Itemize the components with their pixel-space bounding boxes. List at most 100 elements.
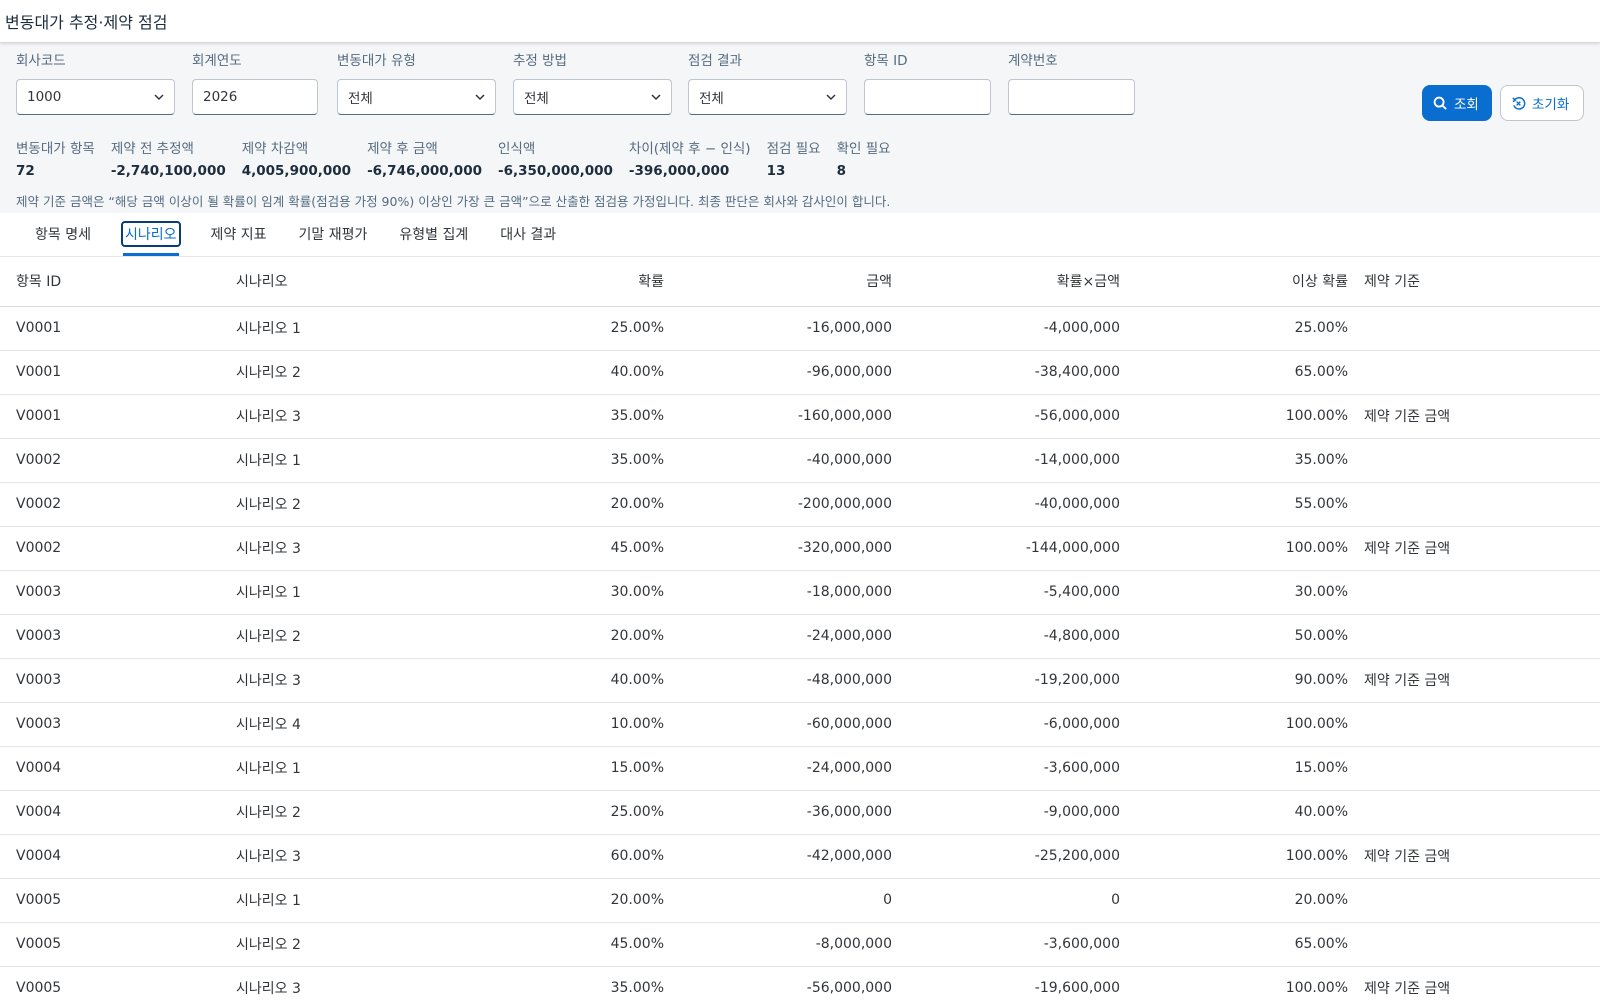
- tab-scenario[interactable]: 시나리오: [111, 212, 191, 256]
- cell-prob-x-amount: -9,000,000: [908, 790, 1136, 835]
- cell-constraint-basis: [1364, 702, 1600, 747]
- kpi-value: 8: [836, 163, 846, 179]
- table-row[interactable]: V0005 시나리오 3 35.00% -56,000,000 -19,600,000 1…: [0, 966, 1600, 1000]
- cell-probability: 25.00%: [440, 306, 680, 351]
- cell-item-id: V0005: [0, 922, 220, 967]
- cell-amount: -56,000,000: [680, 966, 908, 1000]
- column-header[interactable]: 확률: [440, 257, 680, 307]
- kpi-recognized: 인식액 -6,350,000,000: [498, 140, 613, 180]
- cell-prob-x-amount: -25,200,000: [908, 834, 1136, 879]
- vc-type-filter: 변동대가 유형 전체: [337, 52, 496, 115]
- tab-constraint-metrics[interactable]: 제약 지표: [199, 212, 279, 256]
- cell-cumulative-prob: 65.00%: [1136, 350, 1364, 395]
- cell-cumulative-prob: 55.00%: [1136, 482, 1364, 527]
- cell-probability: 40.00%: [440, 658, 680, 703]
- cell-probability: 40.00%: [440, 350, 680, 395]
- cell-constraint-basis: [1364, 878, 1600, 923]
- cell-item-id: V0003: [0, 658, 220, 703]
- cell-amount: -160,000,000: [680, 394, 908, 439]
- cell-probability: 35.00%: [440, 966, 680, 1000]
- column-header[interactable]: 제약 기준: [1364, 257, 1600, 307]
- cell-cumulative-prob: 100.00%: [1136, 966, 1364, 1000]
- table-row[interactable]: V0003 시나리오 1 30.00% -18,000,000 -5,400,000 30…: [0, 570, 1600, 615]
- kpi-review-needed: 점검 필요 13: [767, 140, 821, 180]
- fiscal-year-filter: 회계연도 2026: [192, 52, 318, 115]
- cell-probability: 10.00%: [440, 702, 680, 747]
- company-code-value: 1000: [27, 89, 62, 105]
- cell-amount: -8,000,000: [680, 922, 908, 967]
- cell-item-id: V0001: [0, 394, 220, 439]
- cell-item-id: V0002: [0, 482, 220, 527]
- cell-probability: 25.00%: [440, 790, 680, 835]
- cell-probability: 45.00%: [440, 526, 680, 571]
- cell-cumulative-prob: 15.00%: [1136, 746, 1364, 791]
- table-row[interactable]: V0002 시나리오 2 20.00% -200,000,000 -40,000,000…: [0, 482, 1600, 527]
- cell-prob-x-amount: -6,000,000: [908, 702, 1136, 747]
- cell-prob-x-amount: -5,400,000: [908, 570, 1136, 615]
- cell-scenario: 시나리오 1: [220, 746, 440, 791]
- cell-item-id: V0005: [0, 966, 220, 1000]
- table-row[interactable]: V0002 시나리오 3 45.00% -320,000,000 -144,000,00…: [0, 526, 1600, 571]
- cell-cumulative-prob: 100.00%: [1136, 526, 1364, 571]
- reset-button[interactable]: 초기화: [1500, 85, 1584, 121]
- cell-scenario: 시나리오 2: [220, 482, 440, 527]
- column-header[interactable]: 시나리오: [220, 257, 440, 307]
- column-header[interactable]: 항목 ID: [0, 257, 220, 307]
- table-row[interactable]: V0001 시나리오 2 40.00% -96,000,000 -38,400,000 6…: [0, 350, 1600, 395]
- table-row[interactable]: V0001 시나리오 3 35.00% -160,000,000 -56,000,000…: [0, 394, 1600, 439]
- cell-amount: -18,000,000: [680, 570, 908, 615]
- table-row[interactable]: V0003 시나리오 3 40.00% -48,000,000 -19,200,000 9…: [0, 658, 1600, 703]
- kpi-constraint-deduction: 제약 차감액 4,005,900,000: [242, 140, 351, 180]
- table-row[interactable]: V0001 시나리오 1 25.00% -16,000,000 -4,000,000 25…: [0, 306, 1600, 351]
- tab-label: 제약 지표: [210, 227, 267, 243]
- search-button-label: 조회: [1454, 97, 1479, 113]
- cell-cumulative-prob: 100.00%: [1136, 394, 1364, 439]
- cell-probability: 45.00%: [440, 922, 680, 967]
- cell-scenario: 시나리오 3: [220, 966, 440, 1000]
- cell-amount: -42,000,000: [680, 834, 908, 879]
- table-row[interactable]: V0003 시나리오 4 10.00% -60,000,000 -6,000,000 10…: [0, 702, 1600, 747]
- contract-input[interactable]: [1008, 79, 1135, 115]
- result-select[interactable]: 전체: [688, 79, 847, 115]
- column-header[interactable]: 이상 확률: [1136, 257, 1364, 307]
- cell-item-id: V0003: [0, 614, 220, 659]
- table-row[interactable]: V0005 시나리오 1 20.00% 0 0 20.00%: [0, 878, 1600, 923]
- table-row[interactable]: V0002 시나리오 1 35.00% -40,000,000 -14,000,000 3…: [0, 438, 1600, 483]
- page-title: 변동대가 추정·제약 점검: [5, 13, 168, 32]
- tab-item-spec[interactable]: 항목 명세: [23, 212, 103, 256]
- table-row[interactable]: V0003 시나리오 2 20.00% -24,000,000 -4,800,000 50…: [0, 614, 1600, 659]
- cell-cumulative-prob: 25.00%: [1136, 306, 1364, 351]
- kpi-label: 제약 후 금액: [367, 141, 438, 157]
- tab-reconciliation[interactable]: 대사 결과: [488, 212, 568, 256]
- cell-item-id: V0002: [0, 526, 220, 571]
- search-button[interactable]: 조회: [1422, 85, 1492, 121]
- table-row[interactable]: V0004 시나리오 2 25.00% -36,000,000 -9,000,000 40…: [0, 790, 1600, 835]
- table-row[interactable]: V0004 시나리오 1 15.00% -24,000,000 -3,600,000 15…: [0, 746, 1600, 791]
- fiscal-year-label: 회계연도: [192, 53, 242, 69]
- method-select[interactable]: 전체: [513, 79, 672, 115]
- cell-prob-x-amount: -38,400,000: [908, 350, 1136, 395]
- tab-period-end-remeasure[interactable]: 기말 재평가: [287, 212, 380, 256]
- column-header[interactable]: 확률×금액: [908, 257, 1136, 307]
- cell-constraint-basis: 제약 기준 금액: [1364, 394, 1600, 439]
- cell-scenario: 시나리오 3: [220, 658, 440, 703]
- table-row[interactable]: V0005 시나리오 2 45.00% -8,000,000 -3,600,000 65.…: [0, 922, 1600, 967]
- cell-amount: -48,000,000: [680, 658, 908, 703]
- cell-amount: -320,000,000: [680, 526, 908, 571]
- column-header[interactable]: 금액: [680, 257, 908, 307]
- item-id-input[interactable]: [864, 79, 991, 115]
- company-code-select[interactable]: 1000: [16, 79, 175, 115]
- fiscal-year-value: 2026: [203, 89, 238, 105]
- table-body: V0001 시나리오 1 25.00% -16,000,000 -4,000,000 25…: [0, 306, 1600, 1000]
- method-label: 추정 방법: [513, 53, 567, 69]
- vc-type-select[interactable]: 전체: [337, 79, 496, 115]
- cell-scenario: 시나리오 1: [220, 570, 440, 615]
- vc-type-label: 변동대가 유형: [337, 53, 416, 69]
- table-row[interactable]: V0004 시나리오 3 60.00% -42,000,000 -25,200,000 1…: [0, 834, 1600, 879]
- item-id-label: 항목 ID: [864, 53, 908, 69]
- tab-type-summary[interactable]: 유형별 집계: [387, 212, 480, 256]
- cell-scenario: 시나리오 2: [220, 790, 440, 835]
- cell-item-id: V0004: [0, 834, 220, 879]
- cell-amount: -60,000,000: [680, 702, 908, 747]
- fiscal-year-input[interactable]: 2026: [192, 79, 318, 115]
